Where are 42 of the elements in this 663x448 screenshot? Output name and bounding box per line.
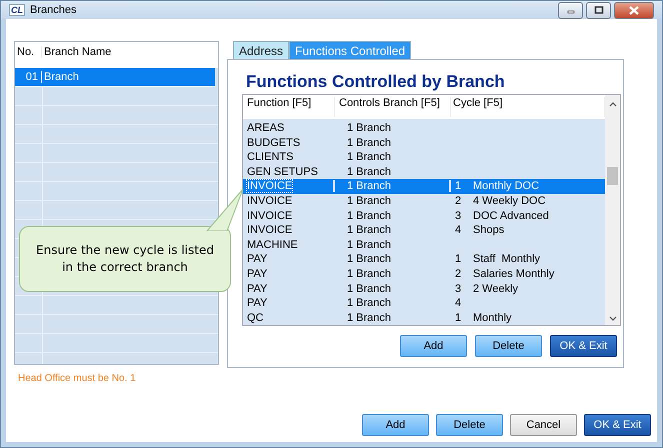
dialog-button[interactable]: Delete	[436, 414, 503, 436]
close-button[interactable]	[614, 2, 654, 18]
table-row[interactable]: INVOICE 1 Branch 4 Shops	[243, 222, 605, 238]
dialog-button[interactable]: Add	[362, 414, 429, 436]
panel-button[interactable]: Add	[400, 335, 467, 357]
panel-heading: Functions Controlled by Branch	[246, 72, 506, 92]
close-icon	[628, 6, 640, 14]
scroll-down-icon[interactable]	[608, 316, 616, 322]
column-header: No.	[15, 46, 42, 58]
scroll-up-icon[interactable]	[608, 101, 616, 107]
branch-row[interactable]: 01 Branch	[15, 68, 215, 87]
window-title: Branches	[30, 4, 78, 16]
table-row[interactable]: INVOICE 1 Branch 3 DOC Advanced	[243, 208, 605, 223]
table-row[interactable]: MACHINE 1 Branch	[243, 237, 605, 252]
dialog-button[interactable]: OK & Exit	[584, 414, 651, 436]
table-row[interactable]: BUDGETS 1 Branch	[243, 135, 605, 150]
column-header: Branch Name	[43, 46, 112, 58]
table-row[interactable]: PAY 1 Branch 3 2 Weekly	[243, 281, 605, 296]
tab[interactable]: Address	[233, 41, 290, 59]
panel-button[interactable]: Delete	[475, 335, 542, 357]
note-text: Head Office must be No. 1	[17, 373, 137, 384]
table-row[interactable]: PAY 1 Branch 2 Salaries Monthly	[243, 266, 605, 282]
table-row[interactable]: PAY 1 Branch 4	[243, 296, 605, 310]
scrollbar[interactable]	[605, 95, 620, 325]
table-row[interactable]: AREAS 1 Branch	[243, 120, 605, 136]
table-row[interactable]: CLIENTS 1 Branch	[243, 150, 605, 164]
dialog-button[interactable]: Cancel	[510, 414, 577, 436]
column-header: Function [F5]	[243, 97, 335, 117]
maximize-icon	[594, 6, 604, 14]
table-row[interactable]: INVOICE 1 Branch 1 Monthly DOC	[243, 179, 605, 194]
table-row[interactable]: GEN SETUPS 1 Branch	[243, 164, 605, 180]
table-row[interactable]: PAY 1 Branch 1 Staff Monthly	[243, 252, 605, 267]
app-logo: CL	[9, 4, 25, 16]
minimize-button[interactable]	[558, 2, 583, 18]
scrollbar-thumb[interactable]	[607, 167, 618, 185]
column-header: Controls Branch [F5]	[335, 97, 451, 117]
maximize-button[interactable]	[586, 2, 611, 18]
table-row[interactable]: INVOICE 1 Branch 2 4 Weekly DOC	[243, 194, 605, 208]
callout-bubble: Ensure the new cycle is listed in the correct branch	[19, 226, 231, 292]
callout-pointer	[205, 187, 245, 231]
panel-button[interactable]: OK & Exit	[550, 335, 617, 357]
table-row[interactable]: QC 1 Branch 1 Monthly	[243, 310, 605, 326]
